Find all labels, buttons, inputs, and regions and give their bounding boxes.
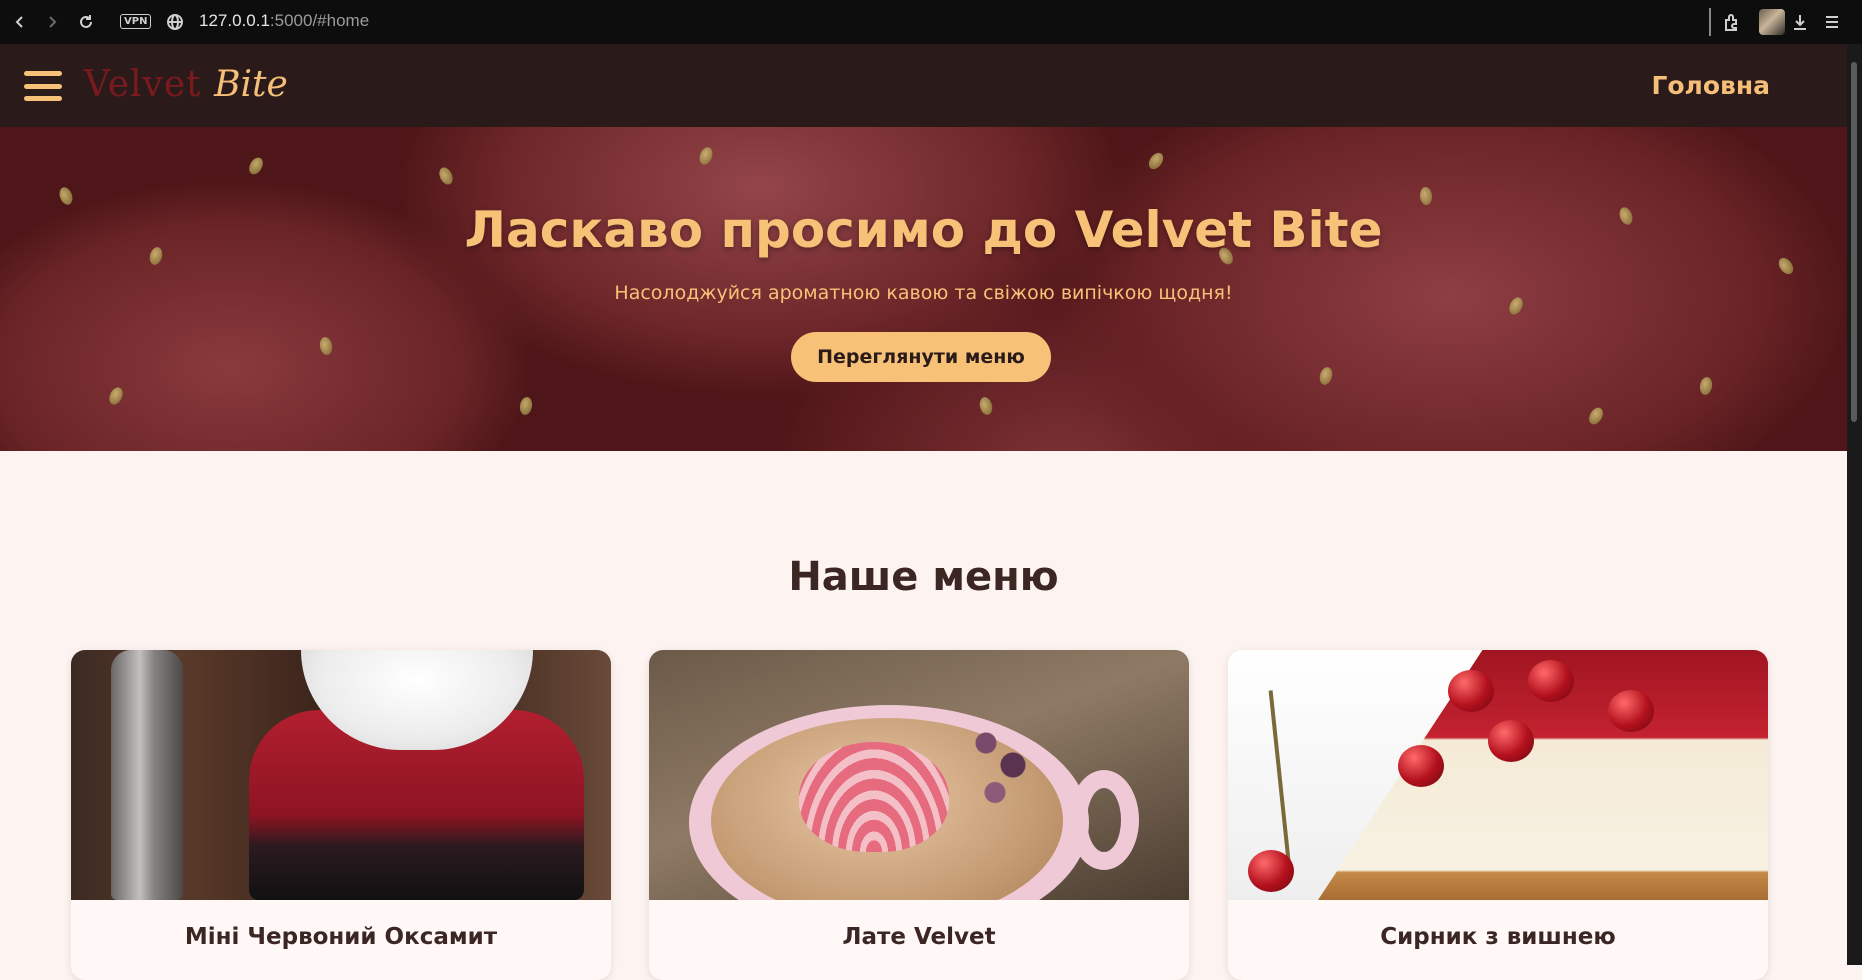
hamburger-line [24, 71, 62, 76]
menu-settings-icon[interactable] [1822, 12, 1842, 32]
profile-avatar[interactable] [1759, 9, 1785, 35]
logo-bite: Bite [214, 64, 288, 105]
vpn-badge[interactable]: VPN [120, 14, 152, 29]
hero-subtitle: Насолоджуйся ароматною кавою та свіжою в… [614, 282, 1233, 304]
strawberry-seed [1698, 376, 1714, 396]
url-path: :5000/#home [269, 11, 370, 30]
menu-heading: Наше меню [788, 554, 1059, 600]
cup-handle-illustration [1069, 770, 1139, 870]
cherry-illustration [1398, 745, 1444, 787]
cherry-illustration [1528, 660, 1574, 702]
hamburger-line [24, 83, 62, 89]
site-header: Velvet Bite Головна [0, 44, 1847, 127]
hamburger-line [24, 96, 62, 101]
nav-link-home[interactable]: Головна [1651, 70, 1770, 102]
menu-item-title: Сирник з вишнею [1380, 924, 1616, 950]
download-icon[interactable] [1790, 12, 1810, 32]
menu-item-image [71, 650, 611, 900]
strawberry-seed [318, 336, 334, 356]
menu-item-image [1228, 650, 1768, 900]
cherry-illustration [1488, 720, 1534, 762]
browser-toolbar: VPN 127.0.0.1:5000/#home [0, 0, 1862, 44]
hamburger-menu-icon[interactable] [24, 71, 62, 101]
menu-item-title: Міні Червоний Оксамит [184, 924, 498, 950]
strawberry-seed [246, 155, 266, 177]
reload-icon[interactable] [76, 12, 96, 32]
menu-card[interactable]: Лате Velvet [649, 650, 1189, 980]
cherry-illustration [1608, 690, 1654, 732]
cherry-illustration [1448, 670, 1494, 712]
extensions-icon[interactable] [1722, 12, 1742, 32]
strawberry-seed [106, 385, 126, 407]
menu-card[interactable]: Сирник з вишнею [1228, 650, 1768, 980]
hero-title: Ласкаво просимо до Velvet Bite [464, 201, 1383, 259]
latte-art-illustration [799, 742, 949, 852]
address-bar[interactable]: 127.0.0.1:5000/#home [199, 11, 369, 31]
strawberry-seed [1586, 405, 1606, 427]
strawberry-seed [977, 395, 995, 417]
forward-icon[interactable] [42, 12, 62, 32]
scrollbar-thumb[interactable] [1851, 62, 1857, 422]
cherry-illustration [1248, 850, 1294, 892]
page-scrollbar[interactable] [1847, 44, 1862, 965]
menu-item-title: Лате Velvet [842, 924, 996, 950]
back-icon[interactable] [10, 12, 30, 32]
view-menu-button[interactable]: Переглянути меню [791, 332, 1051, 382]
strawberry-seed [518, 396, 534, 416]
menu-card[interactable]: Міні Червоний Оксамит [71, 650, 611, 980]
logo-velvet: Velvet [84, 64, 215, 105]
fork-illustration [111, 650, 183, 900]
separator [1709, 8, 1711, 36]
strawberry-seed [1317, 365, 1335, 387]
strawberry-seed [436, 165, 456, 187]
globe-icon [165, 12, 185, 32]
cherry-stem-illustration [1268, 690, 1292, 870]
dried-petals-illustration [959, 710, 1049, 820]
site-logo[interactable]: Velvet Bite [84, 62, 288, 108]
strawberry-seed [697, 145, 715, 167]
strawberry-seed [1145, 150, 1167, 172]
url-host: 127.0.0.1 [199, 11, 270, 30]
menu-item-image [649, 650, 1189, 900]
hero-banner: Ласкаво просимо до Velvet Bite Насолоджу… [0, 127, 1847, 451]
